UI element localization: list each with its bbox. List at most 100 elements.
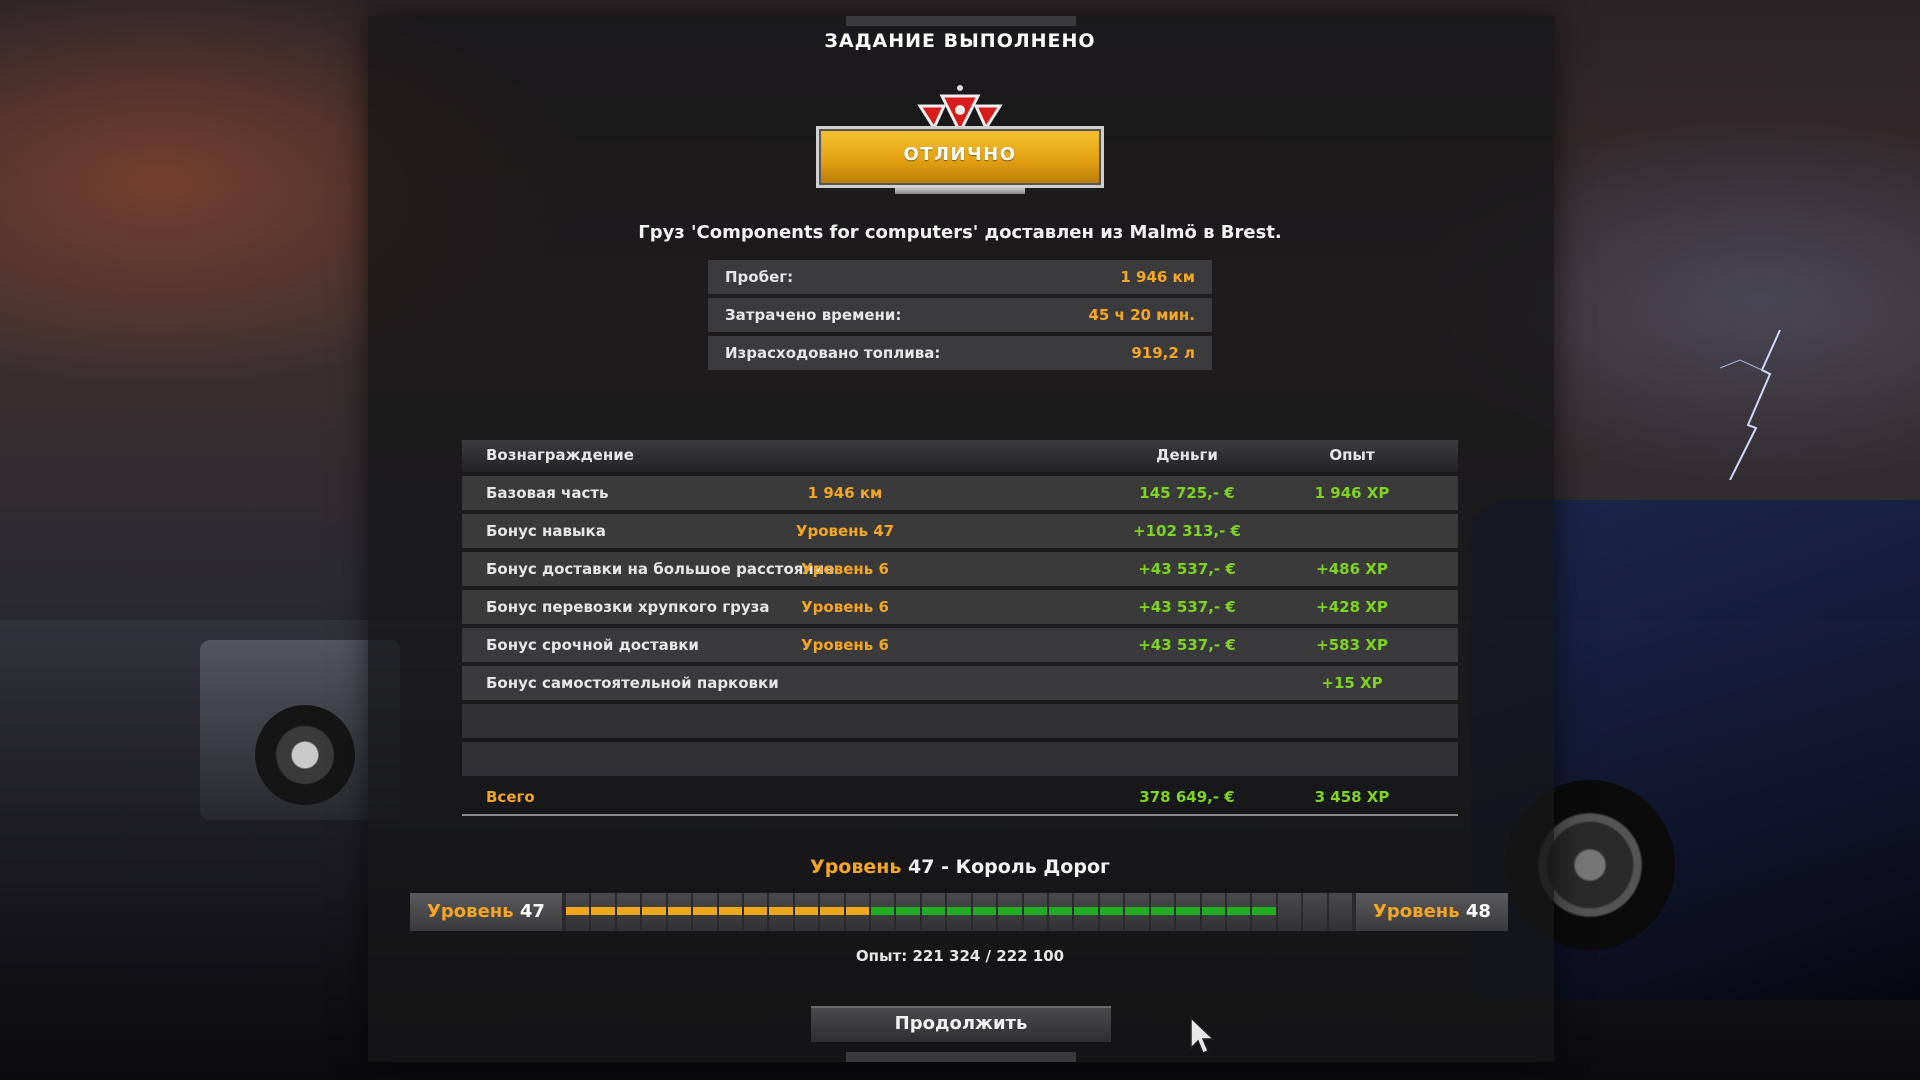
xp-fill-previous	[616, 907, 641, 915]
xp-segment	[845, 893, 870, 931]
reward-name: Бонус навыка	[486, 522, 606, 540]
current-level-word: Уровень	[427, 901, 514, 922]
xp-progress-bar: Уровень 47 Уровень 48	[410, 893, 1508, 931]
total-xp: 3 458 XP	[1314, 788, 1390, 806]
rating-badge-base	[895, 186, 1025, 194]
reward-row-parking: Бонус самостоятельной парковки +15 XP	[462, 666, 1458, 700]
background-trailer-wheel	[255, 705, 355, 805]
xp-segment	[667, 893, 692, 931]
mouse-cursor-icon	[1190, 1016, 1215, 1054]
reward-detail: 1 946 км	[807, 484, 883, 502]
xp-fill-gained	[1252, 907, 1276, 915]
xp-segment	[1125, 893, 1149, 931]
xp-segment	[566, 893, 590, 931]
xp-fill-previous	[820, 907, 844, 915]
trip-stats: Пробег: 1 946 км Затрачено времени: 45 ч…	[708, 260, 1212, 374]
reward-name: Бонус самостоятельной парковки	[486, 674, 779, 692]
xp-segment	[896, 893, 920, 931]
stat-value: 919,2 л	[1131, 344, 1195, 362]
header-reward: Вознаграждение	[486, 446, 634, 464]
xp-segment	[616, 893, 641, 931]
xp-fill-gained	[1023, 907, 1048, 915]
reward-row-long-distance: Бонус доставки на большое расстояние Уро…	[462, 552, 1458, 586]
xp-segment	[642, 893, 666, 931]
header-money: Деньги	[1156, 446, 1218, 464]
xp-segment	[998, 893, 1022, 931]
next-level-number: 48	[1465, 901, 1491, 922]
xp-fill-gained	[1125, 907, 1149, 915]
xp-fill-previous	[566, 907, 590, 915]
xp-segment	[794, 893, 819, 931]
xp-fill-gained	[1074, 907, 1098, 915]
xp-fill-gained	[947, 907, 971, 915]
reward-xp: +428 XP	[1316, 598, 1388, 616]
xp-segment	[947, 893, 971, 931]
xp-segment	[718, 893, 742, 931]
rating-badge: ОТЛИЧНО	[816, 126, 1104, 188]
stat-label: Затрачено времени:	[725, 306, 902, 324]
xp-fill-gained	[1049, 907, 1073, 915]
rewards-header: Вознаграждение Деньги Опыт	[462, 440, 1458, 472]
stat-value: 1 946 км	[1120, 268, 1195, 286]
panel-bottom-notch	[846, 1052, 1076, 1062]
lightning-icon	[1719, 330, 1781, 480]
reward-money: 145 725,- €	[1139, 484, 1235, 502]
reward-row-empty	[462, 704, 1458, 738]
xp-fill-gained	[1201, 907, 1225, 915]
xp-segment	[1201, 893, 1225, 931]
xp-fill-gained	[1150, 907, 1175, 915]
xp-fill-previous	[591, 907, 615, 915]
reward-money: +43 537,- €	[1138, 636, 1236, 654]
xp-segment	[1226, 893, 1251, 931]
reward-row-empty	[462, 742, 1458, 776]
xp-segment	[591, 893, 615, 931]
next-level-word: Уровень	[1373, 901, 1460, 922]
xp-fill-gained	[1226, 907, 1251, 915]
xp-fill-previous	[794, 907, 819, 915]
xp-segment	[743, 893, 768, 931]
stat-label: Пробег:	[725, 268, 794, 286]
level-title-rest: 47 - Король Дорог	[908, 856, 1110, 878]
reward-money: +43 537,- €	[1138, 598, 1236, 616]
reward-detail: Уровень 6	[801, 560, 889, 578]
xp-segment	[972, 893, 997, 931]
xp-fill-previous	[743, 907, 768, 915]
reward-row-fragile: Бонус перевозки хрупкого груза Уровень 6…	[462, 590, 1458, 624]
xp-fill-gained	[1176, 907, 1200, 915]
header-xp: Опыт	[1329, 446, 1375, 464]
xp-segment	[1099, 893, 1124, 931]
level-title: Уровень 47 - Король Дорог	[660, 856, 1260, 878]
stat-time: Затрачено времени: 45 ч 20 мин.	[708, 298, 1212, 332]
continue-button[interactable]: Продолжить	[811, 1006, 1111, 1042]
xp-segment	[1023, 893, 1048, 931]
xp-fill-gained	[871, 907, 895, 915]
reward-money: +102 313,- €	[1133, 522, 1241, 540]
xp-fill-previous	[845, 907, 870, 915]
reward-detail: Уровень 6	[801, 636, 889, 654]
reward-xp: +15 XP	[1321, 674, 1383, 692]
rating-label: ОТЛИЧНО	[903, 144, 1017, 165]
xp-fill-previous	[667, 907, 692, 915]
xp-segment	[1328, 893, 1353, 931]
reward-total-row: Всего 378 649,- € 3 458 XP	[462, 780, 1458, 816]
current-level-number: 47	[519, 901, 545, 922]
reward-row-urgent: Бонус срочной доставки Уровень 6 +43 537…	[462, 628, 1458, 662]
reward-xp: 1 946 XP	[1314, 484, 1390, 502]
xp-segment	[1150, 893, 1175, 931]
xp-segments	[562, 893, 1356, 931]
delivery-message: Груз 'Components for computers' доставле…	[638, 222, 1282, 243]
reward-row-base: Базовая часть 1 946 км 145 725,- € 1 946…	[462, 476, 1458, 510]
xp-segment	[1303, 893, 1327, 931]
xp-segment	[1252, 893, 1276, 931]
reward-detail: Уровень 6	[801, 598, 889, 616]
stat-fuel: Израсходовано топлива: 919,2 л	[708, 336, 1212, 370]
xp-fill-previous	[642, 907, 666, 915]
page-title: ЗАДАНИЕ ВЫПОЛНЕНО	[824, 30, 1096, 52]
stat-value: 45 ч 20 мин.	[1088, 306, 1195, 324]
xp-segment	[1049, 893, 1073, 931]
xp-readout: Опыт: 221 324 / 222 100	[855, 947, 1065, 965]
xp-fill-previous	[693, 907, 717, 915]
reward-xp: +486 XP	[1316, 560, 1388, 578]
xp-segment	[820, 893, 844, 931]
stat-distance: Пробег: 1 946 км	[708, 260, 1212, 294]
